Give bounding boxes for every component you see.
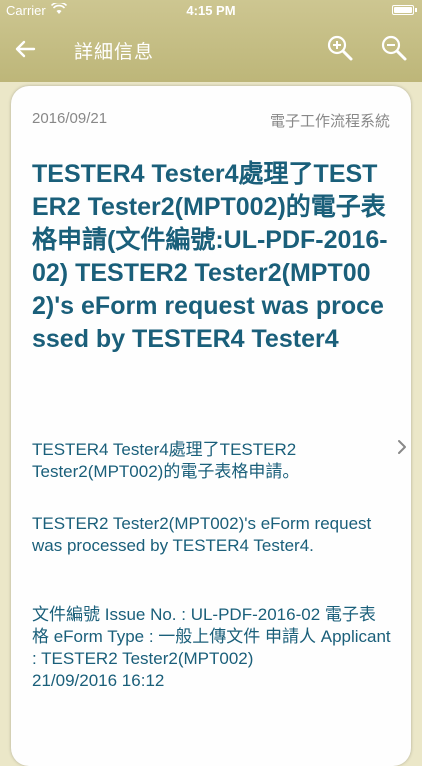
message-title: TESTER4 Tester4處理了TESTER2 Tester2(MPT002…: [32, 160, 388, 353]
battery-icon: [392, 5, 417, 15]
message-date: 2016/09/21: [32, 110, 108, 127]
message-details: 文件編號 Issue No. : UL-PDF-2016-02 電子表格 eFo…: [32, 604, 392, 692]
app-header: Carrier 4:15 PM 詳細信息: [0, 0, 422, 82]
chevron-right-icon[interactable]: [396, 438, 408, 456]
message-source: 電子工作流程系統: [269, 113, 390, 130]
message-body-chinese: TESTER4 Tester4處理了TESTER2 Tester2(MPT002…: [32, 440, 300, 481]
details-timestamp: 21/09/2016 16:12: [32, 671, 165, 690]
status-time: 4:15 PM: [186, 3, 236, 18]
status-bar: Carrier 4:15 PM: [0, 0, 422, 20]
page-title: 詳細信息: [74, 42, 155, 63]
arrow-left-icon[interactable]: [10, 34, 40, 64]
zoom-out-icon[interactable]: [380, 34, 408, 62]
message-card: 2016/09/21 電子工作流程系統 TESTER4 Tester4處理了TE…: [11, 86, 411, 766]
message-body-english: TESTER2 Tester2(MPT002)'s eForm request …: [32, 514, 372, 555]
details-text: 文件編號 Issue No. : UL-PDF-2016-02 電子表格 eFo…: [32, 605, 391, 668]
zoom-in-icon[interactable]: [326, 34, 354, 62]
